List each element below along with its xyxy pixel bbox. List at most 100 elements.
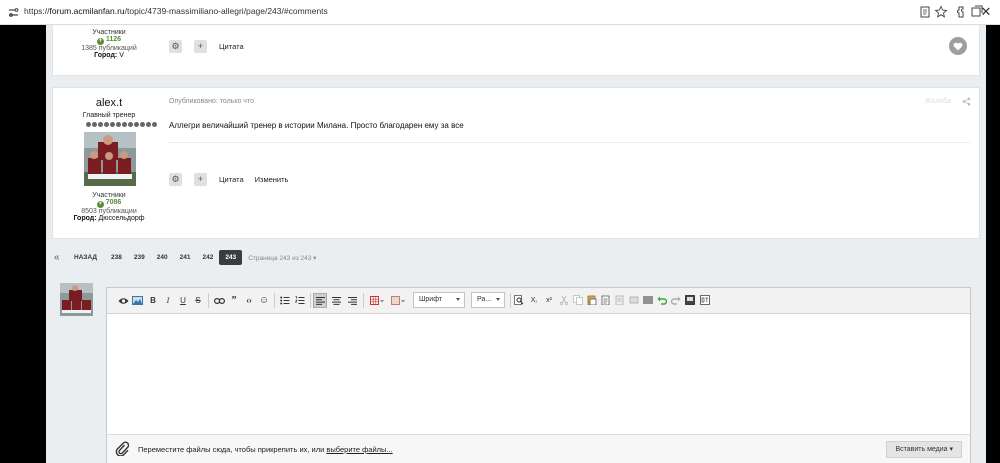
rank-pip bbox=[128, 122, 133, 127]
table-icon[interactable] bbox=[368, 293, 386, 308]
page-link[interactable]: 241 bbox=[174, 250, 197, 265]
favorite-star-icon[interactable] bbox=[934, 5, 948, 19]
reputation-plus-icon: + bbox=[96, 201, 104, 208]
site-info-icon[interactable] bbox=[8, 7, 19, 18]
author-city: Город: Дюссельдорф bbox=[53, 215, 165, 222]
size-select-label: Ра... bbox=[477, 296, 492, 303]
quote-button[interactable]: Цитата bbox=[219, 175, 244, 184]
size-select[interactable]: Ра... bbox=[471, 292, 505, 308]
post-card-previous: Участники + 1126 1385 публикаций Город: … bbox=[52, 25, 980, 76]
redo-icon[interactable] bbox=[671, 295, 681, 305]
add-quote-icon[interactable]: + bbox=[194, 173, 207, 186]
page-link[interactable]: 240 bbox=[151, 250, 174, 265]
toolbar-separator bbox=[208, 293, 209, 308]
align-center-icon[interactable] bbox=[330, 293, 342, 308]
page-link[interactable]: 242 bbox=[196, 250, 219, 265]
url-prefix: https:// bbox=[24, 6, 50, 16]
post-actions: ⚙ + Цитата Изменить bbox=[169, 173, 299, 186]
post-actions: ⚙ + Цитата bbox=[169, 40, 255, 53]
edit-button[interactable]: Изменить bbox=[255, 175, 289, 184]
extension-icon[interactable] bbox=[955, 5, 969, 19]
text-color-icon[interactable] bbox=[389, 293, 407, 308]
like-heart-icon[interactable] bbox=[949, 37, 967, 55]
rank-pip bbox=[98, 122, 103, 127]
rank-pip bbox=[140, 122, 145, 127]
link-icon[interactable] bbox=[213, 293, 225, 308]
numbered-list-icon[interactable] bbox=[294, 293, 306, 308]
close-button[interactable]: ✕ bbox=[976, 2, 996, 22]
underline-icon[interactable]: U bbox=[177, 293, 189, 308]
copy-icon[interactable] bbox=[573, 295, 583, 305]
find-icon[interactable] bbox=[514, 295, 524, 305]
author-info: Участники + 7086 8503 публикации Город: … bbox=[53, 192, 165, 222]
share-icon[interactable] bbox=[962, 97, 971, 106]
rank-pip bbox=[86, 122, 91, 127]
editor-textarea[interactable] bbox=[107, 315, 970, 433]
align-left-icon[interactable] bbox=[313, 293, 327, 308]
bold-icon[interactable]: B bbox=[147, 293, 159, 308]
rank-pip bbox=[122, 122, 127, 127]
toolbar-separator bbox=[310, 293, 311, 308]
city-label: Город: bbox=[73, 215, 97, 222]
insert-media-button[interactable]: Вставить медиа ▾ bbox=[886, 441, 962, 458]
reader-mode-icon[interactable] bbox=[918, 5, 932, 19]
add-quote-icon[interactable]: + bbox=[194, 40, 207, 53]
remove-format-icon[interactable] bbox=[629, 295, 639, 305]
image-icon[interactable] bbox=[131, 293, 143, 308]
pagination: « НАЗАД 238 239 240 241 242 243 Страница… bbox=[54, 250, 316, 265]
font-select[interactable]: Шрифт bbox=[413, 292, 465, 308]
quote-button[interactable]: Цитата bbox=[219, 42, 244, 51]
emoji-icon[interactable]: ☺ bbox=[258, 293, 270, 308]
author-name[interactable]: alex.t bbox=[53, 97, 165, 109]
author-group: Участники bbox=[92, 192, 126, 199]
rank-pip bbox=[146, 122, 151, 127]
post-count: 8503 публикации bbox=[81, 208, 137, 215]
source-code-icon[interactable] bbox=[700, 295, 710, 305]
post-divider bbox=[169, 142, 971, 143]
paste-text-icon[interactable] bbox=[601, 295, 611, 305]
city-value: V bbox=[119, 52, 124, 59]
author-info: Участники + 1126 1385 публикаций Город: … bbox=[53, 29, 165, 59]
quote-block-icon[interactable]: ” bbox=[228, 293, 240, 308]
insert-media-label: Вставить медиа bbox=[895, 446, 948, 453]
attachment-hint: Переместите файлы сюда, чтобы прикрепить… bbox=[138, 445, 393, 454]
paste-word-icon[interactable] bbox=[615, 295, 625, 305]
undo-icon[interactable] bbox=[657, 295, 667, 305]
preview-eye-icon[interactable] bbox=[117, 293, 129, 308]
paperclip-icon bbox=[115, 441, 129, 456]
page-jump-dropdown[interactable]: Страница 243 из 243 ▾ bbox=[248, 254, 316, 262]
subscript-icon[interactable]: X₂ bbox=[528, 293, 540, 308]
page-link[interactable]: 239 bbox=[128, 250, 151, 265]
choose-files-link[interactable]: выберите файлы... bbox=[326, 445, 392, 454]
horizontal-rule-icon[interactable] bbox=[643, 295, 653, 305]
multiquote-icon[interactable]: ⚙ bbox=[169, 173, 182, 186]
attachment-hint-text: Переместите файлы сюда, чтобы прикрепить… bbox=[138, 445, 327, 454]
reply-avatar[interactable] bbox=[60, 283, 93, 316]
paste-icon[interactable] bbox=[587, 295, 597, 305]
bulleted-list-icon[interactable] bbox=[279, 293, 291, 308]
author-city: Город: V bbox=[53, 52, 165, 59]
page-link-current[interactable]: 243 bbox=[219, 250, 243, 265]
reputation-value: 7086 bbox=[105, 199, 122, 206]
maximize-icon[interactable] bbox=[685, 295, 695, 305]
italic-icon[interactable]: I bbox=[162, 293, 174, 308]
toolbar-separator bbox=[363, 293, 364, 308]
first-page-button[interactable]: « bbox=[54, 252, 69, 263]
strikethrough-icon[interactable]: S bbox=[192, 293, 204, 308]
avatar[interactable] bbox=[84, 132, 136, 186]
cut-icon[interactable] bbox=[559, 295, 569, 305]
report-link[interactable]: Жалоба bbox=[925, 98, 951, 105]
address-bar[interactable]: https://forum.acmilanfan.ru/topic/4739-m… bbox=[24, 6, 328, 16]
multiquote-icon[interactable]: ⚙ bbox=[169, 40, 182, 53]
superscript-icon[interactable]: x² bbox=[543, 293, 555, 308]
align-right-icon[interactable] bbox=[346, 293, 358, 308]
editor-toolbar: B I U S ” ‹› ☺ Шрифт Ра... X ₂ x² bbox=[107, 288, 970, 314]
page-jump-label: Страница 243 из 243 bbox=[248, 254, 312, 262]
font-select-label: Шрифт bbox=[419, 296, 443, 303]
chevron-down-icon bbox=[456, 298, 460, 301]
code-icon[interactable]: ‹› bbox=[243, 293, 255, 308]
page-link[interactable]: 238 bbox=[105, 250, 128, 265]
rank-pip bbox=[110, 122, 115, 127]
reputation-plus-icon: + bbox=[96, 38, 104, 45]
prev-page-button[interactable]: НАЗАД bbox=[69, 250, 105, 265]
